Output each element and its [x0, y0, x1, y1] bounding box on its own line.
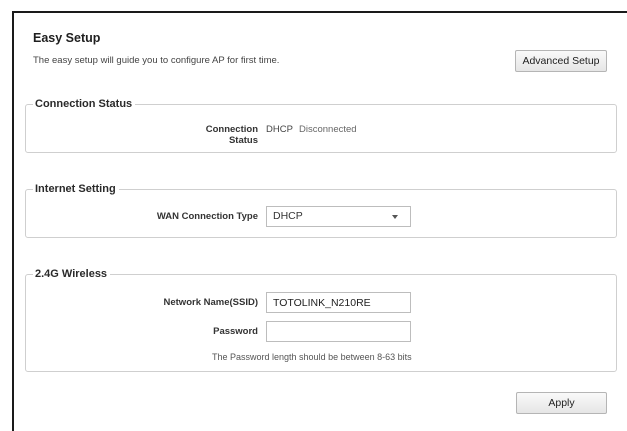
internet-setting-legend: Internet Setting: [33, 182, 119, 196]
chevron-down-icon: [392, 215, 398, 219]
ssid-input[interactable]: [266, 292, 411, 313]
connection-status-section: Connection Status Connection Status DHCP…: [25, 97, 617, 153]
page-subtitle: The easy setup will guide you to configu…: [33, 55, 280, 66]
password-hint: The Password length should be between 8-…: [212, 352, 412, 362]
wan-connection-type-value: DHCP: [273, 210, 303, 222]
wan-connection-type-select[interactable]: DHCP: [266, 206, 411, 227]
connection-protocol: DHCP: [266, 124, 293, 135]
wan-connection-type-label: WAN Connection Type: [156, 211, 258, 222]
wireless-legend: 2.4G Wireless: [33, 267, 111, 281]
internet-setting-section: Internet Setting WAN Connection Type DHC…: [25, 182, 617, 238]
connection-status-label: Connection Status: [205, 124, 258, 146]
password-input[interactable]: [266, 321, 411, 342]
ssid-label: Network Name(SSID): [163, 297, 259, 308]
advanced-setup-button[interactable]: Advanced Setup: [515, 50, 607, 72]
password-label: Password: [213, 326, 258, 337]
connection-status-legend: Connection Status: [33, 97, 136, 111]
wireless-section: 2.4G Wireless Network Name(SSID) Passwor…: [25, 267, 617, 372]
apply-button[interactable]: Apply: [516, 392, 607, 414]
connection-state: Disconnected: [299, 124, 357, 135]
page-title: Easy Setup: [33, 31, 101, 45]
